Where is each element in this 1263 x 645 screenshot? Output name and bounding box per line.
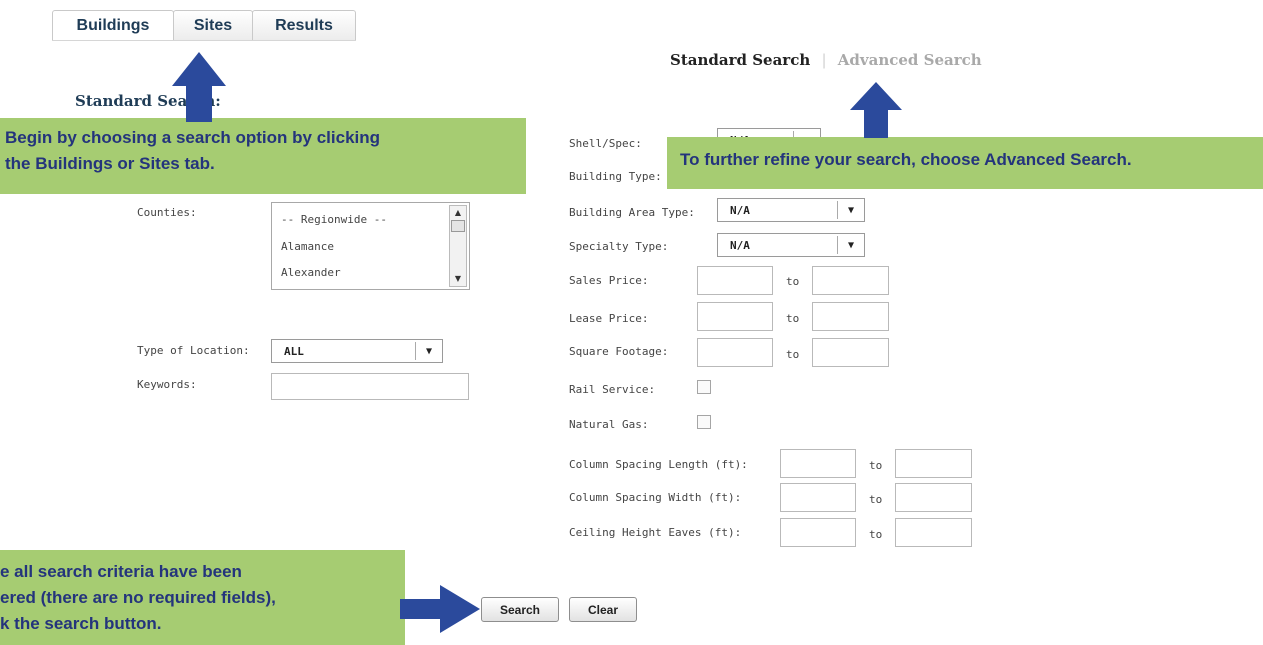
to-label: to <box>869 459 883 472</box>
column-spacing-width-max-input[interactable] <box>895 483 972 512</box>
tab-sites[interactable]: Sites <box>173 10 253 40</box>
rail-service-checkbox[interactable] <box>697 380 711 394</box>
tabs-callout-line: the Buildings or Sites tab. <box>5 154 215 173</box>
lease-price-label: Lease Price: <box>569 312 649 325</box>
counties-scrollbar[interactable]: ▲ ▼ <box>449 205 467 287</box>
tab-buildings[interactable]: Buildings <box>52 10 174 40</box>
search-callout: e all search criteria have been ered (th… <box>0 550 405 645</box>
chevron-down-icon: ▼ <box>415 342 442 360</box>
counties-listbox[interactable]: -- Regionwide -- Alamance Alexander ▲ ▼ <box>271 202 470 290</box>
natural-gas-label: Natural Gas: <box>569 418 649 431</box>
advanced-callout-text: To further refine your search, choose Ad… <box>680 150 1132 169</box>
sales-price-max-input[interactable] <box>812 266 889 295</box>
ceiling-height-eaves-max-input[interactable] <box>895 518 972 547</box>
specialty-type-select[interactable]: N/A ▼ <box>717 233 865 257</box>
specialty-type-value: N/A <box>730 239 750 252</box>
rail-service-label: Rail Service: <box>569 383 656 396</box>
keywords-label: Keywords: <box>137 378 197 391</box>
chevron-down-icon: ▼ <box>837 201 864 219</box>
chevron-down-icon: ▼ <box>837 236 864 254</box>
location-type-label: Type of Location: <box>137 344 250 357</box>
counties-label: Counties: <box>137 206 197 219</box>
lease-price-max-input[interactable] <box>812 302 889 331</box>
county-option[interactable]: -- Regionwide -- <box>281 213 387 226</box>
county-option[interactable]: Alexander <box>281 266 341 279</box>
building-area-type-label: Building Area Type: <box>569 206 695 219</box>
clear-button-label: Clear <box>587 602 619 617</box>
ceiling-height-eaves-label: Ceiling Height Eaves (ft): <box>569 526 742 539</box>
column-spacing-length-min-input[interactable] <box>780 449 856 478</box>
sales-price-min-input[interactable] <box>697 266 773 295</box>
advanced-search-link[interactable]: Advanced Search <box>838 51 982 69</box>
sales-price-label: Sales Price: <box>569 274 649 287</box>
shell-spec-label: Shell/Spec: <box>569 137 642 150</box>
lease-price-min-input[interactable] <box>697 302 773 331</box>
tab-results-label: Results <box>275 16 333 34</box>
column-spacing-width-min-input[interactable] <box>780 483 856 512</box>
ceiling-height-eaves-min-input[interactable] <box>780 518 856 547</box>
to-label: to <box>786 348 800 361</box>
column-spacing-length-label: Column Spacing Length (ft): <box>569 458 748 471</box>
search-callout-line: k the search button. <box>0 614 162 633</box>
county-option[interactable]: Alamance <box>281 240 334 253</box>
location-type-select[interactable]: ALL ▼ <box>271 339 443 363</box>
location-type-value: ALL <box>284 345 304 358</box>
square-footage-max-input[interactable] <box>812 338 889 367</box>
tab-buildings-label: Buildings <box>76 16 150 34</box>
tabs-callout-line: Begin by choosing a search option by cli… <box>5 128 381 147</box>
scroll-thumb[interactable] <box>451 220 465 232</box>
keywords-input[interactable] <box>271 373 469 400</box>
column-spacing-length-max-input[interactable] <box>895 449 972 478</box>
search-callout-line: e all search criteria have been <box>0 562 242 581</box>
search-mode-toggle: Standard Search | Advanced Search <box>670 51 982 69</box>
building-type-label: Building Type: <box>569 170 662 183</box>
specialty-type-label: Specialty Type: <box>569 240 669 253</box>
scroll-down-icon[interactable]: ▼ <box>450 274 466 284</box>
to-label: to <box>869 528 883 541</box>
tabs-callout: Begin by choosing a search option by cli… <box>0 118 526 194</box>
scroll-up-icon[interactable]: ▲ <box>450 208 466 218</box>
search-callout-line: ered (there are no required fields), <box>0 588 276 607</box>
search-button-label: Search <box>499 602 541 617</box>
natural-gas-checkbox[interactable] <box>697 415 711 429</box>
tab-results[interactable]: Results <box>252 10 356 40</box>
square-footage-min-input[interactable] <box>697 338 773 367</box>
to-label: to <box>869 493 883 506</box>
standard-search-link[interactable]: Standard Search <box>670 51 810 69</box>
column-spacing-width-label: Column Spacing Width (ft): <box>569 491 742 504</box>
to-label: to <box>786 275 800 288</box>
advanced-callout: To further refine your search, choose Ad… <box>667 137 1263 189</box>
square-footage-label: Square Footage: <box>569 345 669 358</box>
building-area-type-select[interactable]: N/A ▼ <box>717 198 865 222</box>
arrow-pointer-icon <box>172 52 226 122</box>
search-button[interactable]: Search <box>481 597 559 622</box>
search-mode-separator: | <box>821 51 827 69</box>
building-area-type-value: N/A <box>730 204 750 217</box>
arrow-pointer-icon <box>850 82 902 138</box>
tab-underline <box>52 40 356 41</box>
arrow-pointer-icon <box>400 585 480 633</box>
clear-button[interactable]: Clear <box>569 597 637 622</box>
to-label: to <box>786 312 800 325</box>
tab-sites-label: Sites <box>193 16 233 34</box>
